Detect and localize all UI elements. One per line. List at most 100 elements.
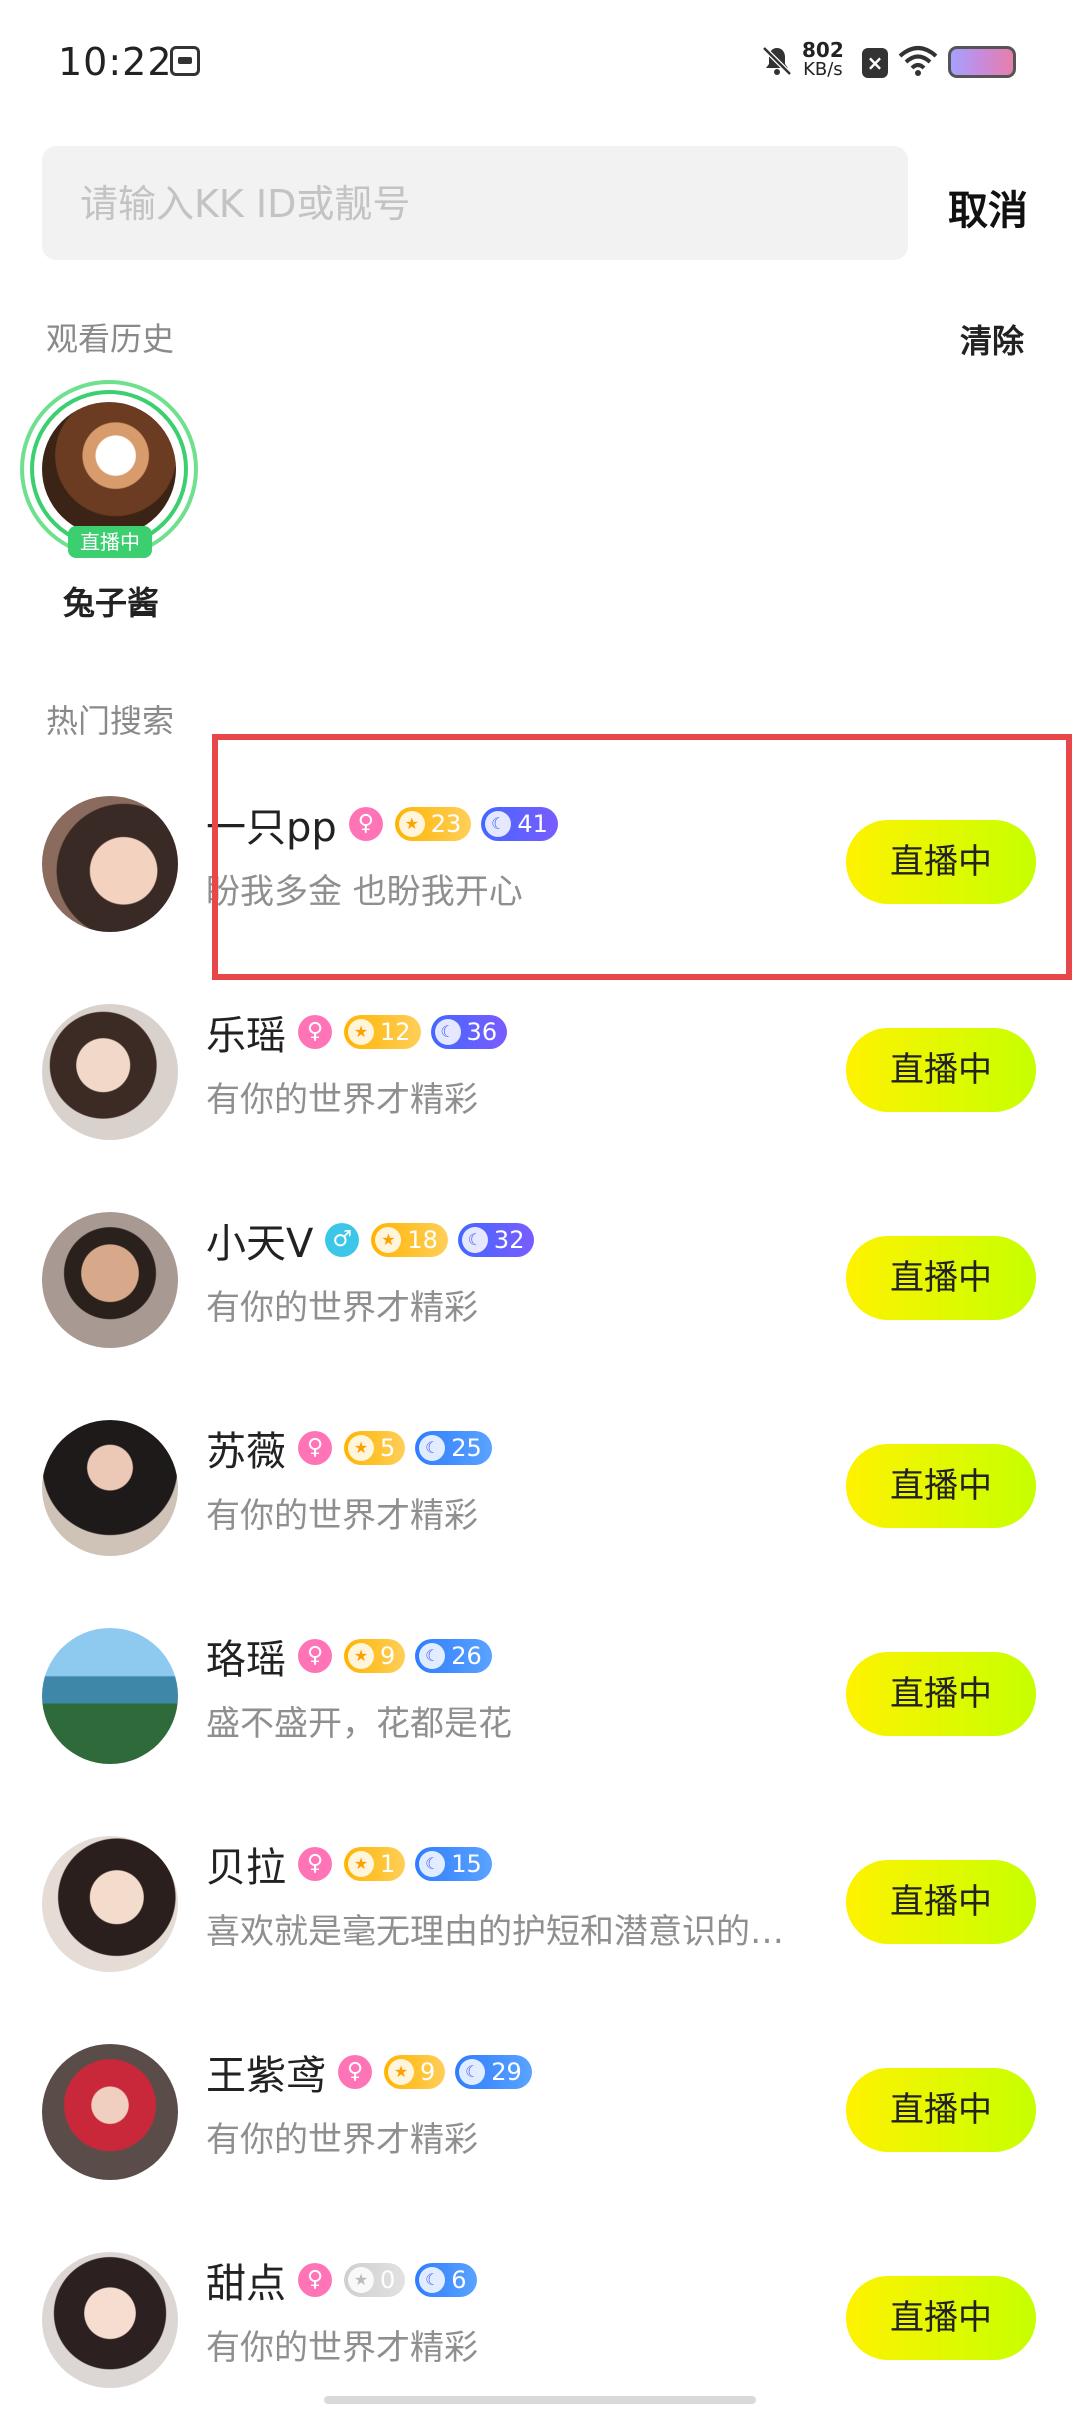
live-button[interactable]: 直播中 [846, 1236, 1036, 1320]
star-icon: ★ [388, 2059, 414, 2085]
status-time: 10:22 [58, 40, 173, 84]
moon-level-value: 15 [451, 1850, 482, 1878]
moon-level-badge: ☾ 6 [415, 2263, 477, 2297]
history-item-name: 兔子酱 [62, 584, 159, 622]
female-icon: ♀ [338, 2055, 372, 2089]
star-icon: ★ [348, 1435, 374, 1461]
hot-search-title: 热门搜索 [46, 702, 175, 740]
cancel-button[interactable]: 取消 [948, 178, 1028, 236]
name-line: 小天V ♂ ★ 18 ☾ 32 [206, 1210, 544, 1270]
streamer-bio: 有你的世界才精彩 [206, 2120, 478, 2160]
status-bar: 10:22 802 KB/s × [0, 0, 1080, 130]
star-level-badge: ★ 5 [344, 1431, 406, 1465]
star-level-value: 5 [380, 1434, 396, 1462]
live-button[interactable]: 直播中 [846, 1444, 1036, 1528]
avatar[interactable] [42, 1628, 178, 1764]
streamer-name: 贝拉 [206, 1845, 286, 1891]
streamer-name: 王紫鸢 [206, 2053, 326, 2099]
list-item[interactable]: 小天V ♂ ★ 18 ☾ 32 有你的世界才精彩 直播中 [0, 1182, 1080, 1382]
avatar[interactable] [42, 1420, 178, 1556]
live-button[interactable]: 直播中 [846, 2068, 1036, 2152]
streamer-name: 甜点 [206, 2261, 286, 2307]
avatar[interactable] [42, 796, 178, 932]
live-button[interactable]: 直播中 [846, 2276, 1036, 2360]
streamer-name: 乐瑶 [206, 1013, 286, 1059]
female-icon: ♀ [298, 1639, 332, 1673]
live-button[interactable]: 直播中 [846, 1860, 1036, 1944]
list-item[interactable]: 贝拉 ♀ ★ 1 ☾ 15 喜欢就是毫无理由的护短和潜意识的… 直播中 [0, 1806, 1080, 2006]
female-icon: ♀ [298, 1847, 332, 1881]
moon-level-value: 6 [451, 2266, 467, 2294]
moon-level-badge: ☾ 25 [415, 1431, 492, 1465]
name-line: 乐瑶 ♀ ★ 12 ☾ 36 [206, 1002, 517, 1062]
moon-level-badge: ☾ 32 [457, 1223, 535, 1257]
star-level-value: 0 [380, 2266, 396, 2294]
list-item[interactable]: 乐瑶 ♀ ★ 12 ☾ 36 有你的世界才精彩 直播中 [0, 974, 1080, 1174]
streamer-name: 小天V [206, 1221, 314, 1267]
female-icon: ♀ [298, 1015, 332, 1049]
star-level-badge: ★ 12 [344, 1015, 421, 1049]
moon-icon: ☾ [419, 1435, 446, 1461]
star-level-badge: ★ 9 [384, 2055, 446, 2089]
star-level-value: 1 [380, 1850, 396, 1878]
home-indicator[interactable] [324, 2396, 756, 2404]
star-level-badge: ★ 18 [371, 1223, 448, 1257]
list-item[interactable]: 王紫鸢 ♀ ★ 9 ☾ 29 有你的世界才精彩 直播中 [0, 2014, 1080, 2214]
list-item[interactable]: 苏薇 ♀ ★ 5 ☾ 25 有你的世界才精彩 直播中 [0, 1390, 1080, 1590]
moon-level-badge: ☾ 36 [430, 1015, 508, 1049]
moon-level-badge: ☾ 26 [415, 1639, 492, 1673]
bell-muted-icon [762, 46, 792, 76]
moon-icon: ☾ [434, 1019, 461, 1045]
star-level-value: 12 [380, 1018, 411, 1046]
live-tag: 直播中 [68, 526, 152, 558]
network-speed-unit: KB/s [803, 59, 843, 80]
avatar[interactable] [42, 1212, 178, 1348]
male-icon: ♂ [325, 1223, 360, 1257]
avatar[interactable] [42, 2044, 178, 2180]
avatar[interactable] [42, 2252, 178, 2388]
female-icon: ♀ [298, 1431, 332, 1465]
star-icon: ★ [375, 1227, 402, 1253]
name-line: 珞瑶 ♀ ★ 9 ☾ 26 [206, 1626, 502, 1686]
streamer-name: 苏薇 [206, 1429, 286, 1475]
app-notification-icon [170, 46, 200, 76]
live-button[interactable]: 直播中 [846, 1028, 1036, 1112]
search-box[interactable] [42, 146, 908, 260]
list-item[interactable]: 珞瑶 ♀ ★ 9 ☾ 26 盛不盛开，花都是花 直播中 [0, 1598, 1080, 1798]
star-level-value: 9 [380, 1642, 396, 1670]
wifi-icon [898, 46, 938, 76]
moon-icon: ☾ [419, 1643, 446, 1669]
streamer-bio: 有你的世界才精彩 [206, 1496, 478, 1536]
x-status-icon: × [862, 48, 888, 78]
moon-icon: ☾ [459, 2059, 486, 2085]
moon-level-value: 25 [451, 1434, 482, 1462]
moon-level-value: 29 [491, 2058, 522, 2086]
avatar[interactable] [42, 1836, 178, 1972]
moon-level-value: 32 [493, 1226, 525, 1254]
moon-icon: ☾ [419, 1851, 446, 1877]
star-level-badge: ★ 1 [344, 1847, 406, 1881]
streamer-bio: 盛不盛开，花都是花 [206, 1704, 512, 1744]
live-button[interactable]: 直播中 [846, 1652, 1036, 1736]
streamer-bio: 有你的世界才精彩 [206, 1288, 478, 1328]
list-item[interactable]: 甜点 ♀ ★ 0 ☾ 6 有你的世界才精彩 直播中 [0, 2222, 1080, 2422]
clear-history-button[interactable]: 清除 [960, 316, 1024, 362]
highlight-box [212, 734, 1072, 980]
moon-icon: ☾ [419, 2267, 446, 2293]
name-line: 甜点 ♀ ★ 0 ☾ 6 [206, 2250, 487, 2310]
star-icon: ★ [348, 2267, 374, 2293]
network-speed: 802 KB/s [802, 40, 844, 80]
avatar[interactable] [42, 1004, 178, 1140]
streamer-bio: 有你的世界才精彩 [206, 2328, 478, 2368]
search-input[interactable] [78, 176, 862, 232]
moon-icon: ☾ [461, 1227, 488, 1253]
star-level-badge: ★ 0 [344, 2263, 406, 2297]
star-icon: ★ [348, 1851, 374, 1877]
name-line: 贝拉 ♀ ★ 1 ☾ 15 [206, 1834, 502, 1894]
star-icon: ★ [348, 1643, 374, 1669]
star-level-value: 9 [420, 2058, 436, 2086]
avatar[interactable] [42, 402, 176, 536]
moon-level-badge: ☾ 15 [415, 1847, 492, 1881]
moon-level-value: 36 [466, 1018, 498, 1046]
streamer-bio: 喜欢就是毫无理由的护短和潜意识的… [206, 1912, 784, 1952]
